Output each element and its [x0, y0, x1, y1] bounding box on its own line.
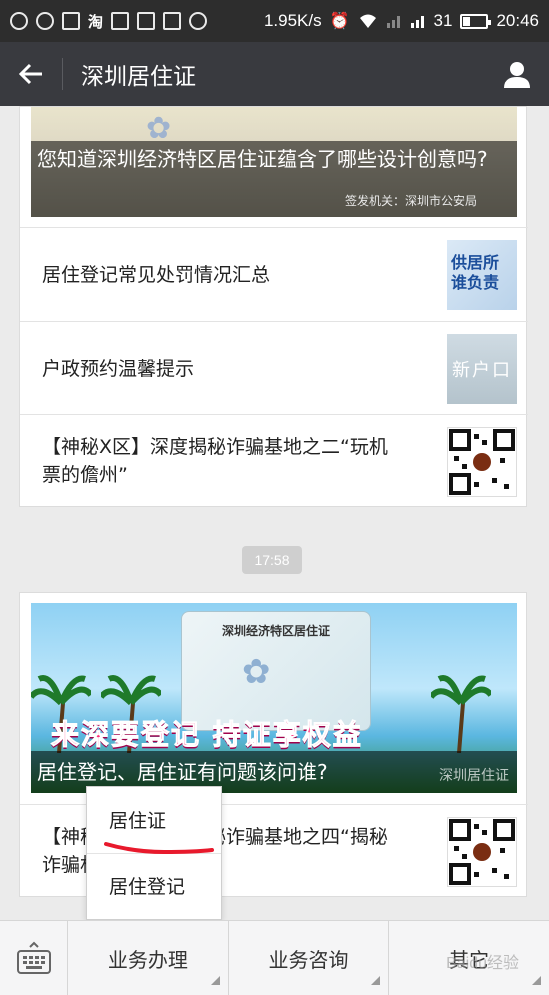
qr-code-icon — [449, 429, 515, 495]
lofter-icon — [137, 12, 156, 30]
keyboard-icon — [16, 941, 51, 974]
thumbnail-image: 供居所 谁负责 — [447, 240, 517, 310]
hero-slogan: 来深要登记 持证享权益 — [51, 718, 363, 752]
hero-article[interactable]: 深圳经济特区居住证 ✿ 来深要登记 持证享权益 居住登记、居住证有问题该问谁? … — [31, 603, 517, 793]
battery-icon — [460, 13, 492, 29]
title-divider — [62, 58, 63, 90]
red-underline-annotation — [104, 842, 214, 855]
battery-level: 31 — [433, 11, 453, 30]
qr-code-icon — [449, 819, 515, 885]
flower-emblem-icon: ✿ — [242, 652, 271, 692]
taobao-icon: 淘 — [88, 12, 104, 31]
thumbnail-image: 新户口 — [447, 334, 517, 404]
bottom-menu-bar: 业务办理 业务咨询 其它 Baidu经验 — [0, 920, 549, 995]
wifi-icon — [359, 14, 376, 28]
menu-tab-label: 业务咨询 — [268, 947, 349, 972]
menu-tab-business-consult[interactable]: 业务咨询 — [229, 921, 390, 995]
palm-tree-icon — [431, 675, 491, 753]
hero-watermark: 深圳居住证 — [439, 768, 509, 784]
list-item-title: 【神秘X区】深度揭秘诈骗基地之二“玩机票的儋州” — [42, 436, 388, 486]
image-icon — [62, 12, 80, 30]
paw-icon — [10, 12, 28, 30]
article-card: ✿ 您知道深圳经济特区居住证蕴含了哪些设计创意吗? 签发机关：深圳市公安局 居住… — [19, 106, 528, 508]
status-bar: 淘 1.95K/s ⏰ 31 20:46 — [0, 0, 549, 42]
chat-icon — [189, 12, 208, 30]
network-speed: 1.95K/s — [263, 11, 322, 30]
notification-icons: 淘 — [10, 11, 208, 32]
residence-card-title: 深圳经济特区居住证 — [221, 624, 330, 638]
menu-tab-label: 业务办理 — [107, 947, 188, 972]
qq-icon — [36, 12, 54, 30]
submenu-indicator-icon — [532, 976, 542, 985]
page-title: 深圳居住证 — [81, 64, 196, 90]
title-bar: 深圳居住证 — [0, 42, 549, 106]
message-timestamp: 17:58 — [242, 546, 302, 574]
keyboard-toggle-button[interactable] — [0, 921, 68, 995]
signal-2-icon — [410, 16, 424, 28]
back-button[interactable] — [0, 42, 62, 106]
alarm-icon: ⏰ — [329, 13, 350, 30]
submenu-item-residence-registration[interactable]: 居住登记 — [87, 857, 223, 917]
signal-1-icon — [386, 16, 400, 28]
menu-tab-business-handling[interactable]: 业务办理 — [68, 921, 229, 995]
list-item[interactable]: 【神秘X区】深度揭秘诈骗基地之二“玩机票的儋州” — [20, 414, 528, 508]
list-item[interactable]: 户政预约温馨提示 新户口 — [20, 321, 528, 414]
hero-issuer-text: 签发机关：深圳市公安局 — [344, 194, 477, 208]
back-arrow-icon — [18, 63, 42, 85]
lefeng-icon — [163, 12, 182, 30]
submenu-indicator-icon — [371, 976, 381, 985]
grid-icon — [111, 12, 130, 30]
clock: 20:46 — [496, 11, 539, 30]
user-icon — [504, 62, 530, 88]
hero-article[interactable]: ✿ 您知道深圳经济特区居住证蕴含了哪些设计创意吗? 签发机关：深圳市公安局 — [31, 107, 517, 217]
qr-code-thumbnail — [447, 817, 517, 887]
submenu-indicator-icon — [210, 976, 220, 985]
profile-button[interactable] — [485, 42, 549, 106]
list-item-title: 居住登记常见处罚情况汇总 — [42, 264, 271, 286]
watermark-text: Baidu经验 — [446, 955, 520, 972]
list-item-title: 户政预约温馨提示 — [42, 358, 195, 380]
menu-tab-other[interactable]: 其它 Baidu经验 — [389, 921, 549, 995]
list-item[interactable]: 居住登记常见处罚情况汇总 供居所 谁负责 — [20, 227, 528, 321]
qr-code-thumbnail — [447, 427, 517, 497]
